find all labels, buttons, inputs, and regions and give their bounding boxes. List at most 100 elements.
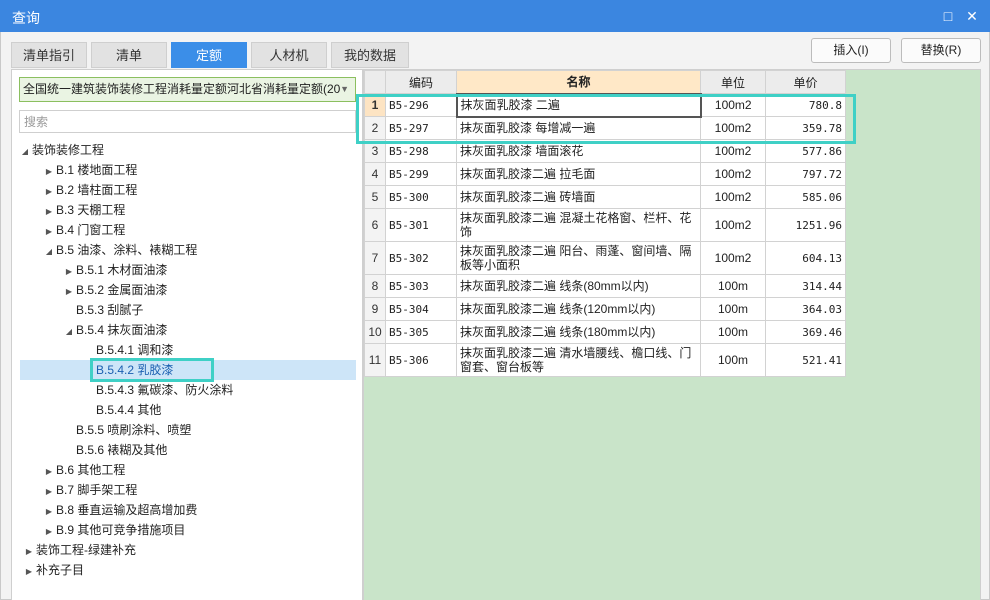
column-header-unit[interactable]: 单位 [700, 70, 766, 94]
cell-code[interactable]: B5-306 [385, 343, 457, 377]
collapse-arrow-icon[interactable]: ◢ [62, 322, 76, 342]
cell-name[interactable]: 抹灰面乳胶漆二遍 阳台、雨蓬、窗间墙、隔板等小面积 [456, 241, 701, 275]
cell-name[interactable]: 抹灰面乳胶漆二遍 线条(120mm以内) [456, 297, 701, 321]
cell-price[interactable]: 314.44 [765, 274, 846, 298]
table-row[interactable]: 6 B5-301 抹灰面乳胶漆二遍 混凝土花格窗、栏杆、花饰 100m2 125… [364, 208, 846, 242]
tree-node[interactable]: ◢ 装饰装修工程 [18, 140, 104, 160]
restore-icon[interactable]: □ [938, 6, 958, 26]
tree-node[interactable]: B.5.5 喷刷涂料、喷塑 [76, 420, 191, 440]
tree-node[interactable]: ▶ B.2 墙柱面工程 [42, 180, 137, 200]
row-number: 9 [364, 297, 386, 321]
expand-arrow-icon[interactable]: ▶ [42, 162, 56, 182]
expand-arrow-icon[interactable]: ▶ [42, 502, 56, 522]
cell-name[interactable]: 抹灰面乳胶漆二遍 线条(180mm以内) [456, 320, 701, 344]
cell-unit[interactable]: 100m2 [700, 162, 766, 186]
cell-code[interactable]: B5-301 [385, 208, 457, 242]
expand-arrow-icon[interactable]: ▶ [42, 482, 56, 502]
tree-node[interactable]: ▶ B.5.2 金属面油漆 [62, 280, 167, 300]
expand-arrow-icon[interactable]: ▶ [42, 462, 56, 482]
collapse-arrow-icon[interactable]: ◢ [18, 142, 32, 162]
tree-node[interactable]: B.5.6 裱糊及其他 [76, 440, 167, 460]
insert-button[interactable]: 插入(I) [811, 38, 891, 63]
tree-node[interactable]: ◢ B.5.4 抹灰面油漆 [62, 320, 167, 340]
cell-code[interactable]: B5-305 [385, 320, 457, 344]
tree-node[interactable]: ▶ B.3 天棚工程 [42, 200, 125, 220]
cell-name[interactable]: 抹灰面乳胶漆二遍 清水墙腰线、檐口线、门窗套、窗台板等 [456, 343, 701, 377]
expand-arrow-icon[interactable]: ▶ [42, 182, 56, 202]
expand-arrow-icon[interactable]: ▶ [62, 262, 76, 282]
cell-price[interactable]: 369.46 [765, 320, 846, 344]
cell-price[interactable]: 797.72 [765, 162, 846, 186]
tab-bill-guide[interactable]: 清单指引 [11, 42, 87, 68]
tab-my-data[interactable]: 我的数据 [331, 42, 409, 68]
row-number: 5 [364, 185, 386, 209]
tree-node[interactable]: B.5.3 刮腻子 [76, 300, 143, 320]
expand-arrow-icon[interactable]: ▶ [22, 562, 36, 582]
cell-unit[interactable]: 100m2 [700, 241, 766, 275]
row-number: 10 [364, 320, 386, 344]
left-panel: 全国统一建筑装饰装修工程消耗量定额河北省消耗量定额(20 ▼ ◢装饰装修工程 ▶… [11, 69, 363, 600]
tree-node[interactable]: ◢ B.5 油漆、涂料、裱糊工程 [42, 240, 197, 260]
cell-code[interactable]: B5-302 [385, 241, 457, 275]
table-row[interactable]: 10 B5-305 抹灰面乳胶漆二遍 线条(180mm以内) 100m 369.… [364, 320, 846, 344]
tab-bill[interactable]: 清单 [91, 42, 167, 68]
cell-code[interactable]: B5-300 [385, 185, 457, 209]
tree-node[interactable]: B.5.4.1 调和漆 [96, 340, 173, 360]
cell-price[interactable]: 585.06 [765, 185, 846, 209]
cell-code[interactable]: B5-299 [385, 162, 457, 186]
search-box[interactable] [19, 110, 356, 133]
table-row[interactable]: 11 B5-306 抹灰面乳胶漆二遍 清水墙腰线、檐口线、门窗套、窗台板等 10… [364, 343, 846, 377]
tab-labor-material-machine[interactable]: 人材机 [251, 42, 327, 68]
cell-unit[interactable]: 100m [700, 274, 766, 298]
column-header-code[interactable]: 编码 [385, 70, 457, 94]
column-header-name[interactable]: 名称 [456, 70, 701, 94]
cell-unit[interactable]: 100m2 [700, 185, 766, 209]
tree-node[interactable]: ▶ 补充子目 [22, 560, 84, 580]
row-number: 8 [364, 274, 386, 298]
expand-arrow-icon[interactable]: ▶ [22, 542, 36, 562]
cell-price[interactable]: 364.03 [765, 297, 846, 321]
tree-node[interactable]: ▶ B.1 楼地面工程 [42, 160, 137, 180]
cell-code[interactable]: B5-304 [385, 297, 457, 321]
tree-node[interactable]: ▶ B.5.1 木材面油漆 [62, 260, 167, 280]
table-row[interactable]: 7 B5-302 抹灰面乳胶漆二遍 阳台、雨蓬、窗间墙、隔板等小面积 100m2… [364, 241, 846, 275]
tree-node[interactable]: ▶ B.9 其他可竞争措施项目 [42, 520, 185, 540]
cell-unit[interactable]: 100m2 [700, 208, 766, 242]
library-select[interactable]: 全国统一建筑装饰装修工程消耗量定额河北省消耗量定额(20 ▼ [19, 77, 356, 102]
cell-price[interactable]: 521.41 [765, 343, 846, 377]
table-row[interactable]: 5 B5-300 抹灰面乳胶漆二遍 砖墙面 100m2 585.06 [364, 185, 846, 209]
cell-unit[interactable]: 100m [700, 343, 766, 377]
row-number: 11 [364, 343, 386, 377]
row-number: 7 [364, 241, 386, 275]
tree-node[interactable]: ▶ B.8 垂直运输及超高增加费 [42, 500, 197, 520]
cell-unit[interactable]: 100m [700, 297, 766, 321]
cell-price[interactable]: 1251.96 [765, 208, 846, 242]
cell-name[interactable]: 抹灰面乳胶漆二遍 混凝土花格窗、栏杆、花饰 [456, 208, 701, 242]
cell-code[interactable]: B5-303 [385, 274, 457, 298]
tree-node[interactable]: B.5.4.4 其他 [96, 400, 161, 420]
close-icon[interactable]: ✕ [962, 6, 982, 26]
expand-arrow-icon[interactable]: ▶ [42, 222, 56, 242]
tree-node[interactable]: ▶ B.7 脚手架工程 [42, 480, 137, 500]
cell-name[interactable]: 抹灰面乳胶漆二遍 线条(80mm以内) [456, 274, 701, 298]
column-header-price[interactable]: 单价 [765, 70, 846, 94]
cell-name[interactable]: 抹灰面乳胶漆二遍 砖墙面 [456, 185, 701, 209]
expand-arrow-icon[interactable]: ▶ [42, 522, 56, 542]
tree-node[interactable]: ▶ B.6 其他工程 [42, 460, 125, 480]
collapse-arrow-icon[interactable]: ◢ [42, 242, 56, 262]
tree-node[interactable]: ▶ 装饰工程-绿建补充 [22, 540, 136, 560]
expand-arrow-icon[interactable]: ▶ [62, 282, 76, 302]
tab-quota[interactable]: 定额 [171, 42, 247, 68]
cell-unit[interactable]: 100m [700, 320, 766, 344]
search-input[interactable] [20, 111, 355, 132]
cell-name[interactable]: 抹灰面乳胶漆二遍 拉毛面 [456, 162, 701, 186]
cell-price[interactable]: 604.13 [765, 241, 846, 275]
replace-button[interactable]: 替换(R) [901, 38, 981, 63]
table-row[interactable]: 9 B5-304 抹灰面乳胶漆二遍 线条(120mm以内) 100m 364.0… [364, 297, 846, 321]
tree-node[interactable]: B.5.4.3 氟碳漆、防火涂料 [96, 380, 233, 400]
expand-arrow-icon[interactable]: ▶ [42, 202, 56, 222]
table-row[interactable]: 8 B5-303 抹灰面乳胶漆二遍 线条(80mm以内) 100m 314.44 [364, 274, 846, 298]
table-header-row: 编码 名称 单位 单价 [364, 70, 846, 94]
tree-node[interactable]: ▶ B.4 门窗工程 [42, 220, 125, 240]
table-row[interactable]: 4 B5-299 抹灰面乳胶漆二遍 拉毛面 100m2 797.72 [364, 162, 846, 186]
